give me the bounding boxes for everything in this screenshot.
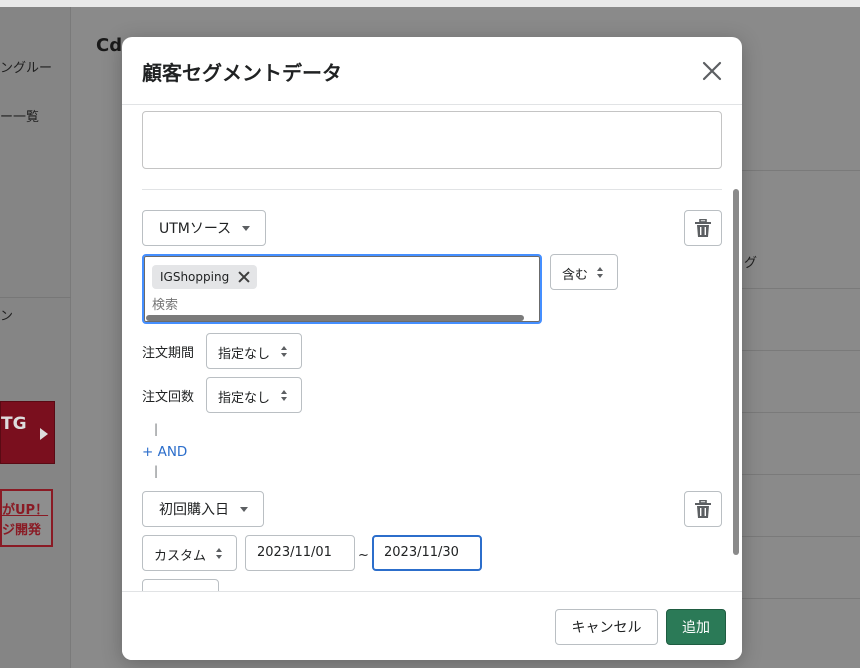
cancel-button[interactable]: キャンセル bbox=[555, 609, 658, 645]
connector-line: | bbox=[154, 422, 159, 436]
add-button[interactable]: 追加 bbox=[666, 609, 726, 645]
background-divider bbox=[742, 536, 860, 537]
select-arrows-icon bbox=[216, 548, 223, 560]
add-and-condition-link[interactable]: + AND bbox=[142, 444, 187, 460]
sidebar-item-label: ー一覧 bbox=[0, 110, 40, 125]
date-from-input[interactable]: 2023/11/01 bbox=[245, 535, 355, 571]
order-count-label: 注文回数 bbox=[142, 390, 195, 405]
order-count-select[interactable]: 指定なし bbox=[206, 377, 302, 413]
date-range-separator: ~ bbox=[358, 548, 369, 563]
customer-segment-modal: 顧客セグメントデータ UTMソース IGShopping 検索 含む 注文期間 … bbox=[122, 37, 742, 660]
order-count-select-label: 指定なし bbox=[218, 391, 271, 406]
vertical-scrollbar-thumb[interactable] bbox=[733, 189, 739, 555]
sidebar-item-label: ン bbox=[0, 309, 14, 324]
select-arrows-icon bbox=[281, 346, 288, 358]
utm-source-tag-input[interactable]: IGShopping bbox=[142, 254, 542, 324]
delete-condition-button[interactable] bbox=[684, 491, 722, 527]
background-column-header: グ bbox=[744, 256, 758, 271]
background-topbar bbox=[0, 0, 860, 7]
sidebar-divider bbox=[0, 297, 71, 298]
background-divider bbox=[742, 412, 860, 413]
operator-select[interactable]: 含む bbox=[550, 254, 618, 290]
date-range-type-label: カスタム bbox=[154, 549, 207, 564]
promo-banner-secondary: がUP！ ジ開発 bbox=[0, 489, 53, 547]
delete-condition-button[interactable] bbox=[684, 210, 722, 246]
section-divider bbox=[142, 189, 722, 190]
field-select-first-purchase-date[interactable]: 初回購入日 bbox=[142, 491, 264, 527]
background-divider bbox=[742, 288, 860, 289]
promo-banner-text: TG bbox=[1, 414, 27, 434]
select-arrows-icon bbox=[281, 390, 288, 402]
field-select-label: UTMソース bbox=[159, 221, 232, 237]
caret-down-icon bbox=[240, 507, 248, 512]
modal-header: 顧客セグメントデータ bbox=[122, 37, 742, 105]
operator-select-label: 含む bbox=[562, 268, 589, 283]
tag-label: IGShopping bbox=[160, 270, 230, 284]
promo-banner: TG bbox=[0, 401, 55, 464]
background-sidebar: ングルー ー一覧 ン bbox=[0, 7, 71, 668]
modal-title: 顧客セグメントデータ bbox=[142, 61, 342, 85]
description-textarea[interactable] bbox=[142, 111, 722, 169]
field-select-utm-source[interactable]: UTMソース bbox=[142, 210, 266, 246]
caret-down-icon bbox=[242, 226, 250, 231]
background-divider bbox=[742, 170, 860, 171]
background-divider bbox=[742, 474, 860, 475]
order-period-select[interactable]: 指定なし bbox=[206, 333, 302, 369]
background-divider bbox=[742, 350, 860, 351]
promo-banner-line1: がUP！ bbox=[2, 503, 49, 518]
remove-tag-icon[interactable] bbox=[237, 270, 251, 284]
trash-icon bbox=[695, 500, 711, 518]
field-select-label: 初回購入日 bbox=[159, 502, 229, 518]
modal-body[interactable]: UTMソース IGShopping 含む 注文期間 bbox=[122, 106, 742, 591]
modal-footer: キャンセル 追加 bbox=[122, 591, 742, 660]
connector-line: | bbox=[154, 464, 159, 478]
tag-igshopping: IGShopping bbox=[152, 265, 258, 289]
trash-icon bbox=[695, 219, 711, 237]
background-divider bbox=[742, 598, 860, 599]
date-to-input[interactable]: 2023/11/30 bbox=[372, 535, 482, 571]
select-arrows-icon bbox=[597, 267, 604, 279]
play-arrow-icon bbox=[40, 428, 48, 440]
tag-search-input[interactable] bbox=[152, 296, 512, 314]
promo-banner-line2: ジ開発 bbox=[2, 523, 42, 538]
horizontal-scrollbar[interactable] bbox=[146, 315, 524, 321]
date-range-type-select[interactable]: カスタム bbox=[142, 535, 237, 571]
additional-select[interactable] bbox=[142, 579, 219, 591]
sidebar-item-label: ングルー bbox=[0, 61, 53, 76]
background-page-title: Cd bbox=[96, 35, 123, 56]
order-period-select-label: 指定なし bbox=[218, 347, 271, 362]
close-icon[interactable] bbox=[700, 59, 724, 83]
order-period-label: 注文期間 bbox=[142, 346, 195, 361]
